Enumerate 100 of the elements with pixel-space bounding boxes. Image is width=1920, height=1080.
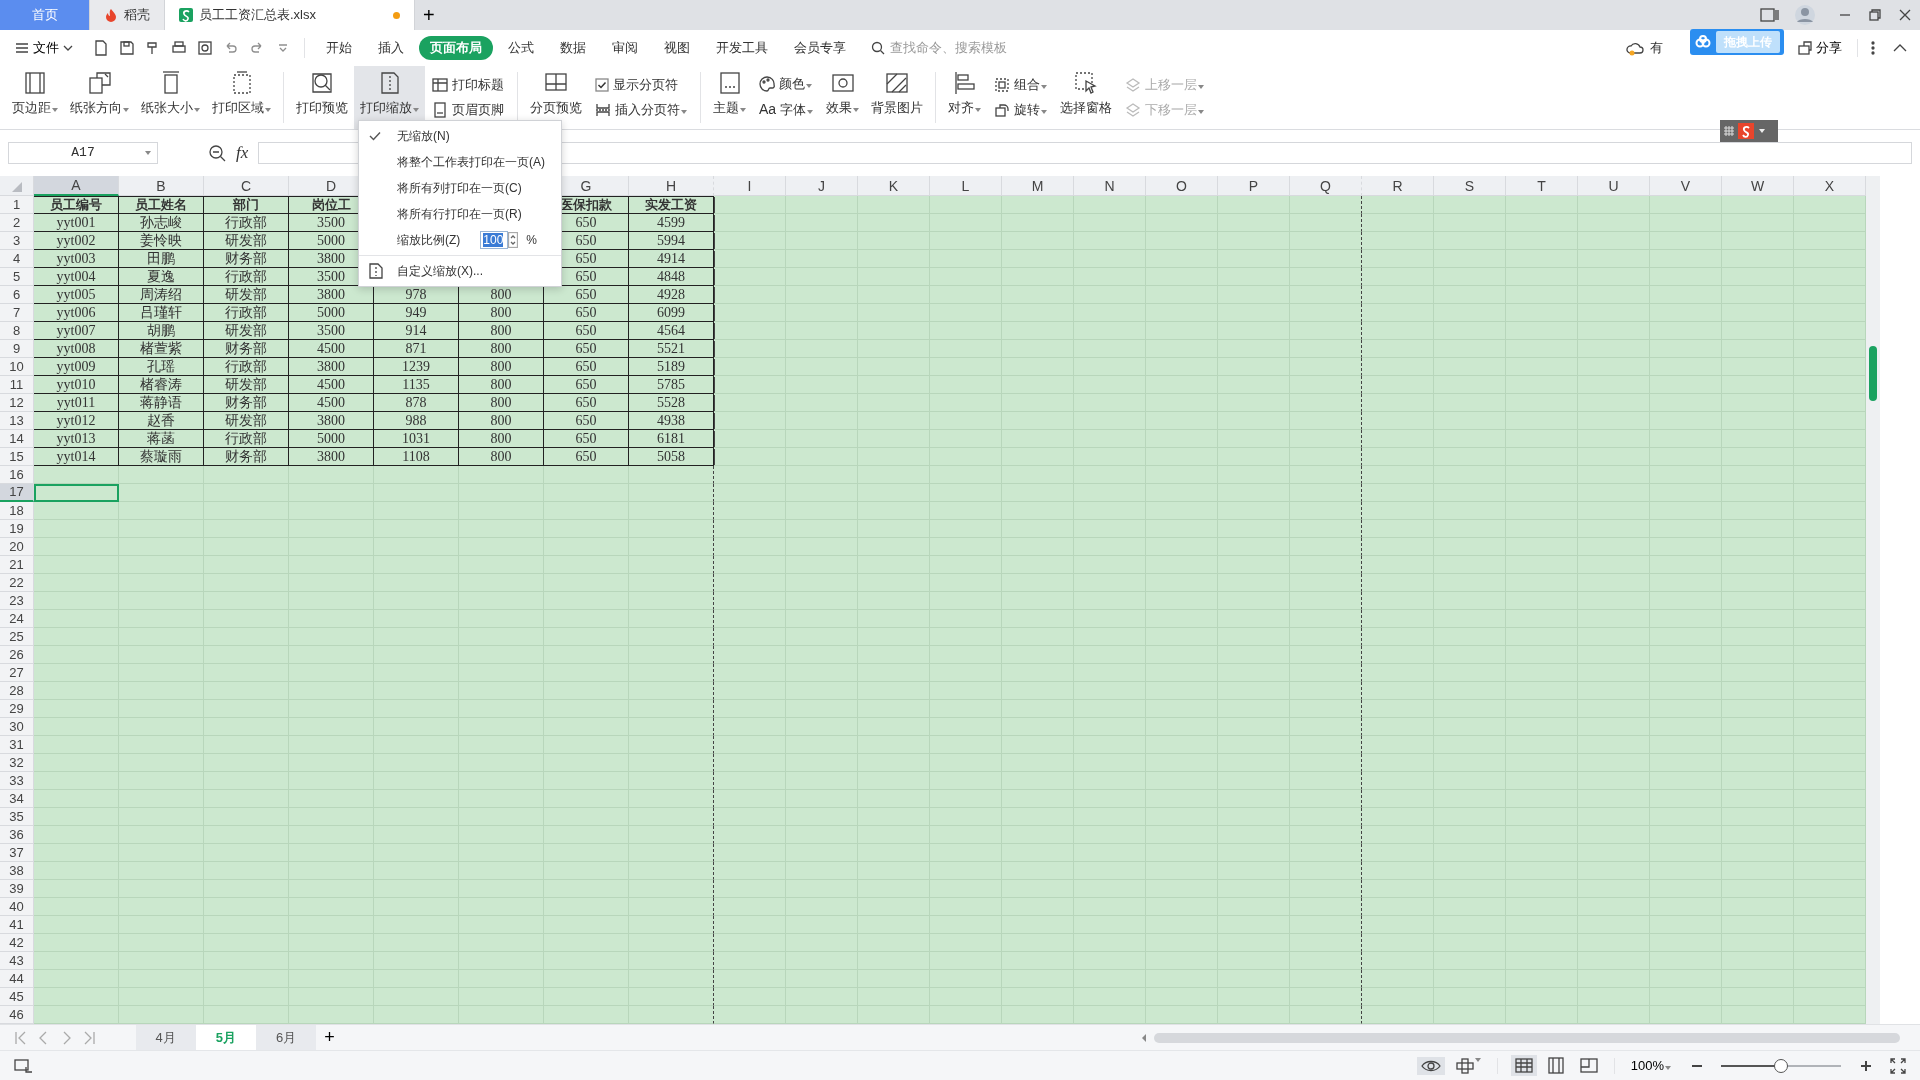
- zoom-dropdown[interactable]: 100%: [1627, 1053, 1674, 1078]
- checkbox[interactable]: 显示分页符: [592, 74, 690, 96]
- column-header[interactable]: H: [629, 176, 714, 196]
- scale-field[interactable]: 100: [480, 231, 509, 249]
- row-number[interactable]: 28: [0, 682, 34, 700]
- column-header[interactable]: U: [1578, 176, 1650, 196]
- ribbon-button[interactable]: 选择窗格: [1054, 66, 1119, 129]
- ribbon-button[interactable]: 打印区域: [206, 66, 277, 129]
- ribbon-tab[interactable]: 视图: [653, 36, 701, 60]
- row-number[interactable]: 27: [0, 664, 34, 682]
- eye-protection-button[interactable]: [1417, 1056, 1446, 1075]
- column-header[interactable]: P: [1218, 176, 1290, 196]
- row-number[interactable]: 9: [0, 340, 34, 358]
- collapse-icon[interactable]: [1892, 43, 1908, 53]
- file-menu[interactable]: 文件: [12, 36, 76, 60]
- more-icon[interactable]: [1870, 41, 1876, 55]
- window-layout-icon[interactable]: [1760, 7, 1780, 23]
- row-number[interactable]: 37: [0, 844, 34, 862]
- column-header[interactable]: J: [786, 176, 858, 196]
- row-number[interactable]: 43: [0, 952, 34, 970]
- ribbon-button[interactable]: 纸张大小: [135, 66, 206, 129]
- row-number[interactable]: 42: [0, 934, 34, 952]
- row-number[interactable]: 18: [0, 502, 34, 520]
- row-number[interactable]: 41: [0, 916, 34, 934]
- ribbon-button[interactable]: 插入分页符: [592, 99, 690, 121]
- row-number[interactable]: 35: [0, 808, 34, 826]
- column-header[interactable]: V: [1650, 176, 1722, 196]
- row-number[interactable]: 5: [0, 268, 34, 286]
- active-cell[interactable]: [34, 484, 119, 502]
- logo-icon[interactable]: [1738, 123, 1754, 139]
- cloud-label[interactable]: 有: [1650, 38, 1663, 58]
- column-header[interactable]: S: [1434, 176, 1506, 196]
- scrollbar-thumb[interactable]: [1869, 346, 1877, 401]
- column-header[interactable]: C: [204, 176, 289, 196]
- row-number[interactable]: 6: [0, 286, 34, 304]
- ribbon-button[interactable]: 效果: [820, 66, 866, 129]
- macro-icon[interactable]: [14, 1057, 34, 1074]
- new-document-icon[interactable]: [93, 40, 109, 56]
- column-header[interactable]: X: [1794, 176, 1866, 196]
- zoom-in-icon[interactable]: [1859, 1059, 1872, 1072]
- horizontal-scrollbar[interactable]: [1154, 1032, 1900, 1043]
- row-number[interactable]: 44: [0, 970, 34, 988]
- column-header[interactable]: Q: [1290, 176, 1362, 196]
- column-header[interactable]: K: [858, 176, 930, 196]
- ribbon-tab[interactable]: 审阅: [601, 36, 649, 60]
- row-number[interactable]: 4: [0, 250, 34, 268]
- zoom-icon[interactable]: [208, 144, 226, 162]
- row-number[interactable]: 8: [0, 322, 34, 340]
- row-number[interactable]: 14: [0, 430, 34, 448]
- column-header[interactable]: L: [930, 176, 1002, 196]
- row-number[interactable]: 32: [0, 754, 34, 772]
- column-header[interactable]: R: [1362, 176, 1434, 196]
- ribbon-tab[interactable]: 开发工具: [705, 36, 779, 60]
- row-number[interactable]: 16: [0, 466, 34, 484]
- row-number[interactable]: 30: [0, 718, 34, 736]
- ribbon-button[interactable]: 主题: [707, 66, 752, 129]
- ribbon-tab[interactable]: 公式: [497, 36, 545, 60]
- ribbon-button[interactable]: 页边距: [6, 66, 64, 129]
- row-number[interactable]: 26: [0, 646, 34, 664]
- spinner-icon[interactable]: [508, 232, 519, 248]
- row-number[interactable]: 11: [0, 376, 34, 394]
- row-number[interactable]: 7: [0, 304, 34, 322]
- caret-icon[interactable]: [1757, 127, 1767, 135]
- row-number[interactable]: 22: [0, 574, 34, 592]
- row-number[interactable]: 25: [0, 628, 34, 646]
- ribbon-tab[interactable]: 数据: [549, 36, 597, 60]
- preview-icon[interactable]: [197, 40, 213, 56]
- keyboard-icon[interactable]: [1723, 125, 1735, 137]
- ribbon-button[interactable]: 对齐: [942, 66, 988, 129]
- row-number[interactable]: 1: [0, 196, 34, 214]
- ribbon-button[interactable]: 颜色: [756, 73, 817, 95]
- menu-item[interactable]: 将整个工作表打印在一页(A): [359, 149, 561, 175]
- column-header[interactable]: O: [1146, 176, 1218, 196]
- row-number[interactable]: 39: [0, 880, 34, 898]
- row-number[interactable]: 12: [0, 394, 34, 412]
- row-number[interactable]: 40: [0, 898, 34, 916]
- row-number[interactable]: 46: [0, 1006, 34, 1024]
- ribbon-button[interactable]: 纸张方向: [64, 66, 135, 129]
- ribbon-tab[interactable]: 插入: [367, 36, 415, 60]
- row-number[interactable]: 10: [0, 358, 34, 376]
- row-number[interactable]: 38: [0, 862, 34, 880]
- ribbon-button[interactable]: 组合: [991, 74, 1051, 96]
- share-button[interactable]: 分享: [1795, 36, 1845, 60]
- column-header[interactable]: W: [1722, 176, 1794, 196]
- row-number[interactable]: 19: [0, 520, 34, 538]
- printer-icon[interactable]: [171, 40, 187, 56]
- document-tab[interactable]: 员工工资汇总表.xlsx: [165, 0, 415, 30]
- row-number[interactable]: 21: [0, 556, 34, 574]
- column-header[interactable]: T: [1506, 176, 1578, 196]
- column-header[interactable]: M: [1002, 176, 1074, 196]
- row-number[interactable]: 17: [0, 484, 34, 502]
- row-number[interactable]: 24: [0, 610, 34, 628]
- ribbon-button[interactable]: 打印预览: [290, 66, 354, 129]
- row-number[interactable]: 3: [0, 232, 34, 250]
- zoom-slider-thumb[interactable]: [1774, 1058, 1788, 1073]
- ribbon-button[interactable]: Aa 字体: [756, 98, 817, 122]
- column-header[interactable]: N: [1074, 176, 1146, 196]
- view-mode-button[interactable]: [1510, 1055, 1537, 1076]
- column-header[interactable]: I: [714, 176, 786, 196]
- cloud-icon[interactable]: [1626, 40, 1644, 56]
